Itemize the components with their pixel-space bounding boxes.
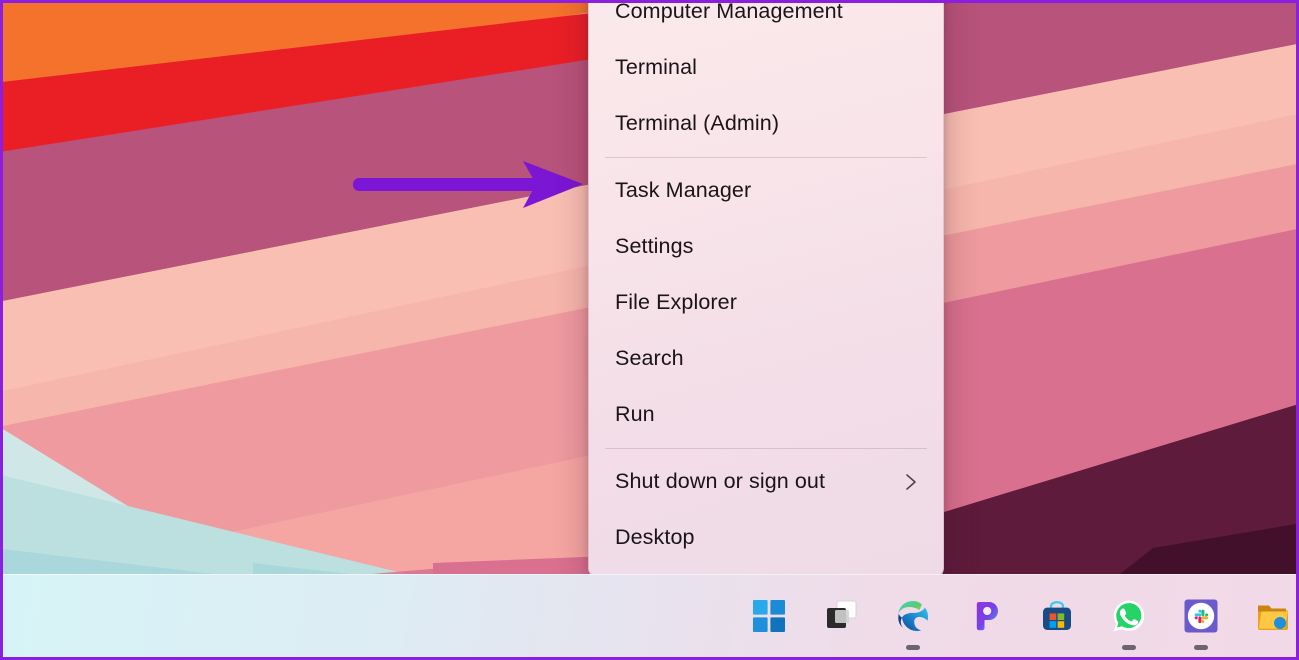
menu-item-label: Terminal bbox=[615, 55, 698, 80]
desktop-screen: Computer Management Terminal Terminal (A… bbox=[0, 0, 1299, 660]
menu-item-label: Desktop bbox=[615, 525, 695, 550]
file-explorer-button[interactable] bbox=[1248, 591, 1296, 641]
menu-item-label: Computer Management bbox=[615, 0, 843, 24]
start-button[interactable] bbox=[744, 591, 794, 641]
menu-separator-1 bbox=[605, 157, 927, 158]
running-indicator bbox=[1122, 645, 1136, 650]
menu-item-task-manager[interactable]: Task Manager bbox=[589, 163, 943, 219]
menu-item-label: Shut down or sign out bbox=[615, 469, 826, 494]
store-button[interactable] bbox=[1032, 591, 1082, 641]
copilot-icon bbox=[976, 602, 998, 631]
copilot-button[interactable] bbox=[960, 591, 1010, 641]
running-indicator bbox=[1194, 645, 1208, 650]
windows-logo-icon bbox=[753, 600, 785, 632]
menu-item-label: Search bbox=[615, 346, 684, 371]
menu-item-label: File Explorer bbox=[615, 290, 737, 315]
task-view-icon bbox=[827, 600, 857, 628]
menu-item-settings[interactable]: Settings bbox=[589, 219, 943, 275]
win-x-context-menu[interactable]: Computer Management Terminal Terminal (A… bbox=[588, 0, 944, 577]
menu-item-terminal[interactable]: Terminal bbox=[589, 40, 943, 96]
menu-item-run[interactable]: Run bbox=[589, 387, 943, 443]
slack-icon bbox=[1184, 599, 1218, 633]
menu-item-shut-down-or-sign-out[interactable]: Shut down or sign out bbox=[589, 454, 943, 510]
menu-item-label: Terminal (Admin) bbox=[615, 111, 780, 136]
running-indicator bbox=[906, 645, 920, 650]
edge-button[interactable] bbox=[888, 591, 938, 650]
menu-item-label: Run bbox=[615, 402, 655, 427]
menu-separator-2 bbox=[605, 448, 927, 449]
slack-button[interactable] bbox=[1176, 591, 1226, 650]
edge-icon bbox=[898, 601, 928, 631]
menu-item-label: Task Manager bbox=[615, 178, 752, 203]
whatsapp-button[interactable] bbox=[1104, 591, 1154, 650]
menu-item-search[interactable]: Search bbox=[589, 331, 943, 387]
whatsapp-icon bbox=[1113, 600, 1145, 632]
chevron-right-icon bbox=[905, 472, 917, 492]
menu-item-desktop[interactable]: Desktop bbox=[589, 510, 943, 566]
folder-icon bbox=[1258, 605, 1288, 630]
microsoft-store-icon bbox=[1043, 601, 1071, 630]
task-view-button[interactable] bbox=[816, 591, 866, 641]
menu-item-computer-management[interactable]: Computer Management bbox=[589, 0, 943, 40]
taskbar bbox=[3, 574, 1296, 657]
taskbar-icon-group bbox=[744, 575, 1296, 657]
menu-item-label: Settings bbox=[615, 234, 694, 259]
menu-item-terminal-admin[interactable]: Terminal (Admin) bbox=[589, 96, 943, 152]
menu-item-file-explorer[interactable]: File Explorer bbox=[589, 275, 943, 331]
